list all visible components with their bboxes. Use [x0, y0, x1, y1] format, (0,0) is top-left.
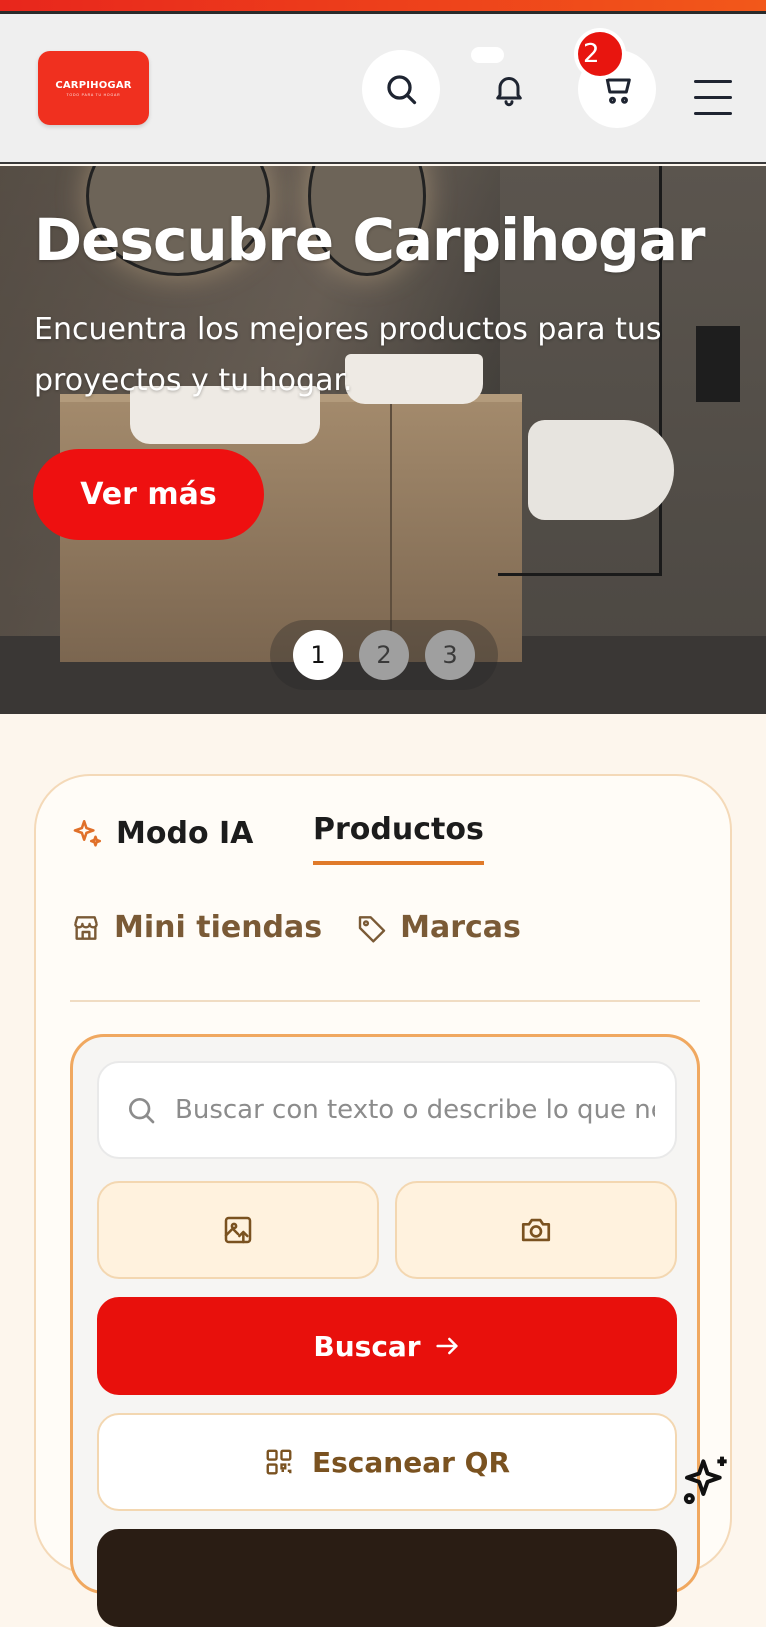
- search-icon: [129, 1098, 155, 1124]
- search-panel: Buscar Escanear QR: [70, 1034, 700, 1627]
- tab-mini-tiendas-label: Mini tiendas: [114, 910, 323, 945]
- upload-image-button[interactable]: [97, 1181, 379, 1279]
- search-card: Modo IA Productos Mini tiendas Marcas Bu…: [34, 774, 732, 1627]
- logo-tagline: TODO PARA TU HOGAR: [66, 92, 121, 97]
- tab-marcas[interactable]: Marcas: [356, 910, 521, 945]
- cart-count: 2: [578, 32, 622, 76]
- buscar-label: Buscar: [313, 1329, 421, 1363]
- hero-subtitle: Encuentra los mejores productos para tus…: [34, 312, 662, 398]
- ai-assistant-button[interactable]: [680, 1452, 736, 1508]
- scan-qr-button[interactable]: Escanear QR: [97, 1413, 677, 1511]
- cart-count-badge: 2: [574, 28, 626, 80]
- tabs-divider: [70, 1000, 700, 1002]
- bell-icon: [496, 77, 522, 107]
- carousel-dot-2[interactable]: 2: [359, 630, 409, 680]
- carousel-dot-1[interactable]: 1: [293, 630, 343, 680]
- menu-button[interactable]: [694, 80, 738, 124]
- search-field[interactable]: [97, 1061, 677, 1159]
- tab-mini-tiendas[interactable]: Mini tiendas: [70, 910, 322, 945]
- sparkles-icon: [683, 1456, 727, 1505]
- search-icon: [387, 75, 417, 105]
- carousel-pagination: 1 2 3: [270, 620, 498, 690]
- app-header: CARPIHOGAR TODO PARA TU HOGAR 2: [0, 14, 766, 164]
- notifications-button[interactable]: [486, 66, 532, 112]
- buscar-button[interactable]: Buscar: [97, 1297, 677, 1395]
- camera-button[interactable]: [395, 1181, 677, 1279]
- hero-title: Descubre Carpihogar: [34, 206, 705, 274]
- tab-productos[interactable]: Productos: [313, 812, 484, 865]
- qr-code-icon: [266, 1449, 292, 1475]
- search-mode-tabs: Modo IA Productos: [70, 812, 484, 865]
- tab-marcas-label: Marcas: [400, 910, 521, 945]
- notification-indicator: [471, 47, 504, 63]
- tab-modo-ia-label: Modo IA: [116, 816, 254, 851]
- carousel-dot-3[interactable]: 3: [425, 630, 475, 680]
- ver-mas-button[interactable]: Ver más: [33, 449, 264, 540]
- tab-modo-ia[interactable]: Modo IA: [70, 816, 253, 851]
- hero-banner: Descubre Carpihogar Encuentra los mejore…: [0, 166, 766, 714]
- search-input[interactable]: [175, 1095, 655, 1125]
- store-icon: [74, 915, 98, 940]
- scan-qr-label: Escanear QR: [311, 1445, 511, 1479]
- image-upload-icon: [224, 1216, 252, 1244]
- carpihogar-logo[interactable]: CARPIHOGAR TODO PARA TU HOGAR: [38, 51, 149, 125]
- secondary-dark-button[interactable]: [97, 1529, 677, 1627]
- arrow-right-icon: [436, 1337, 458, 1355]
- secondary-tabs: Mini tiendas Marcas: [70, 910, 521, 945]
- search-button[interactable]: [362, 50, 440, 128]
- camera-icon: [521, 1218, 551, 1242]
- sparkle-icon: [73, 819, 102, 847]
- top-accent-bar: [0, 0, 766, 14]
- hamburger-icon: [694, 80, 738, 115]
- hero-toilet: [528, 420, 674, 520]
- tag-icon: [358, 915, 386, 943]
- logo-name: CARPIHOGAR: [55, 79, 132, 91]
